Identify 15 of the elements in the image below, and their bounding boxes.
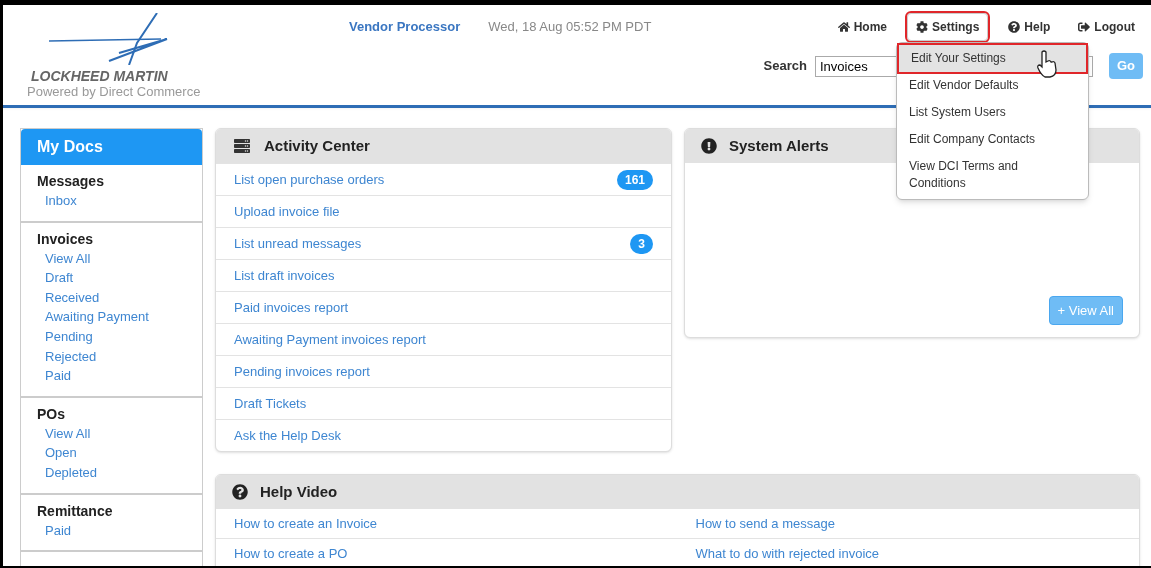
count-badge: 3: [630, 233, 653, 254]
role-label: Vendor Processor: [349, 18, 461, 36]
panel-title: Help Video: [260, 481, 338, 502]
sidebar-heading: Messages: [37, 172, 105, 191]
count-badge: 161: [616, 169, 653, 190]
sidebar-heading: POs: [37, 404, 66, 424]
sidebar-heading: Invoices: [37, 229, 95, 249]
date-time: Wed, 18 Aug 05:52 PM PDT: [488, 18, 652, 36]
sidebar-heading: Remittance: [37, 501, 114, 521]
panel-title: Activity Center: [264, 135, 370, 156]
sidebar-title: My Docs: [21, 129, 202, 165]
search-label: Search: [763, 57, 807, 76]
logo-tagline: Powered by Direct Commerce: [27, 85, 202, 98]
panel-title: System Alerts: [729, 135, 829, 156]
logo-wordmark: LOCKHEED MARTIN: [31, 69, 169, 83]
